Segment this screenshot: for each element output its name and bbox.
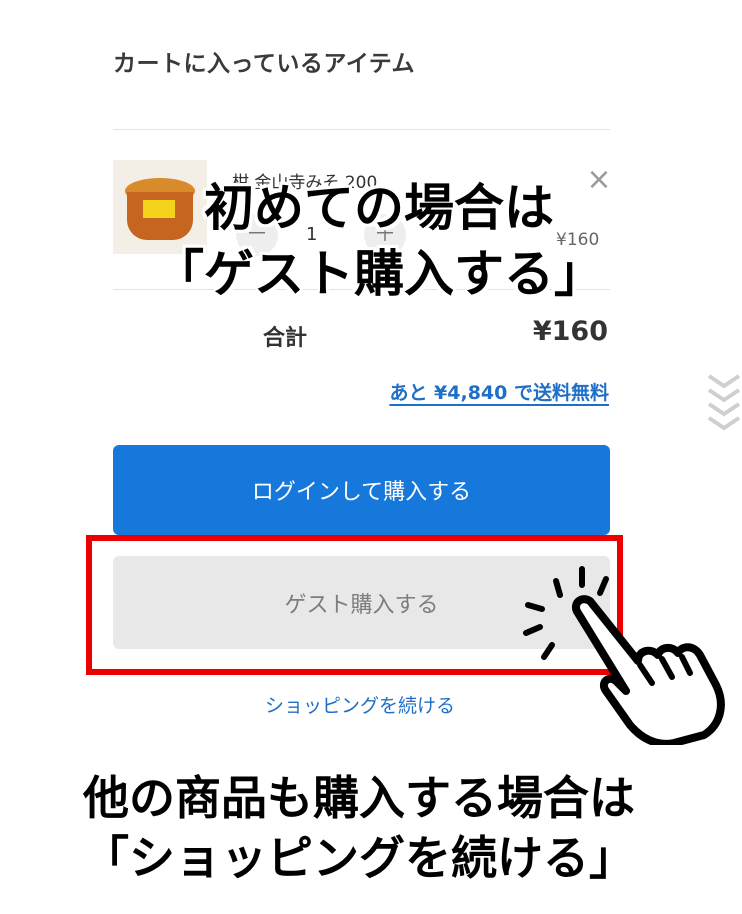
- total-label: 合計: [263, 326, 308, 351]
- overlay-continue-line1: 他の商品も購入する場合は: [83, 771, 635, 825]
- overlay-guest-line2: 「ゲスト購入する」: [154, 244, 604, 303]
- pointing-hand-icon: [523, 566, 725, 745]
- overlay-guest-line1: 初めての場合は: [204, 178, 554, 237]
- free-shipping-link[interactable]: あと ¥4,840 で送料無料: [389, 378, 609, 405]
- total-value: ¥160: [532, 316, 608, 347]
- divider-top: [113, 129, 610, 130]
- chevrons-down-icon[interactable]: [706, 372, 742, 432]
- overlay-continue-line2: 「ショッピングを続ける」: [83, 831, 635, 885]
- login-purchase-button[interactable]: ログインして購入する: [113, 445, 610, 535]
- cart-title: カートに入っているアイテム: [113, 51, 416, 77]
